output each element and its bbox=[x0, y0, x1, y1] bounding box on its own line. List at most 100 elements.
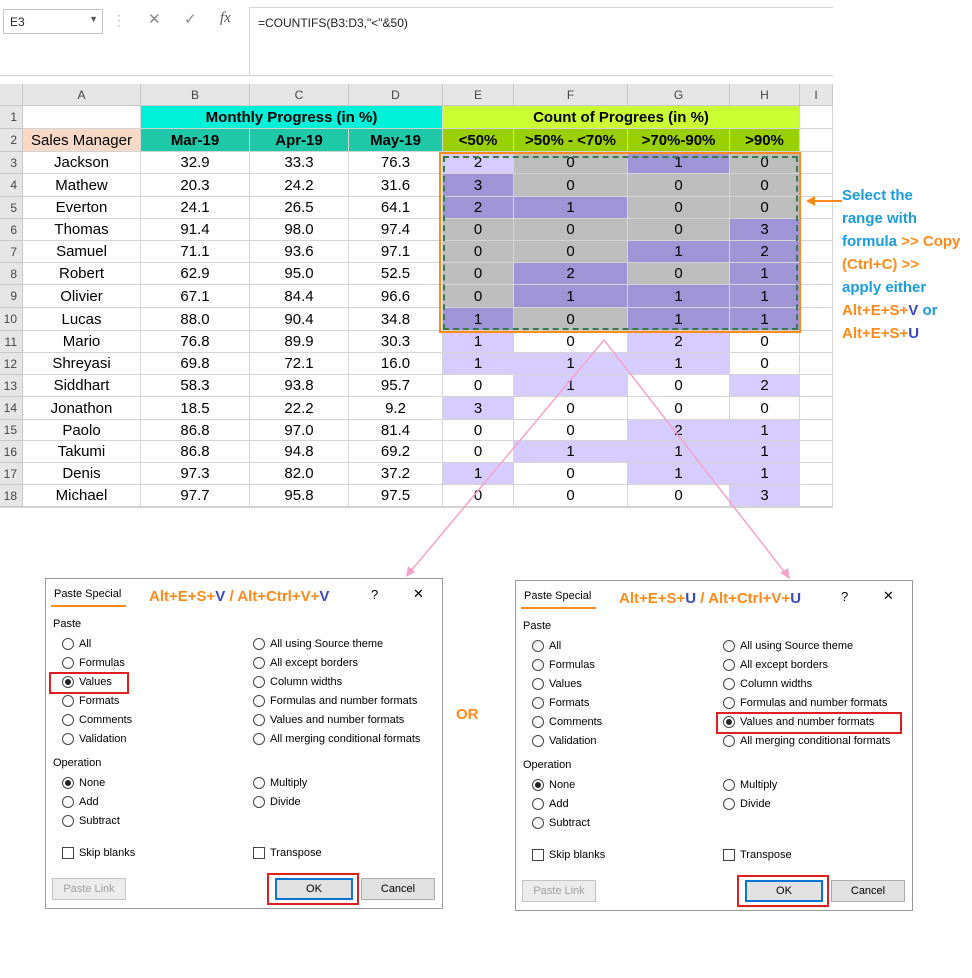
cancel-button[interactable]: Cancel bbox=[831, 880, 905, 902]
note-line: U bbox=[908, 325, 920, 342]
cancel-button[interactable]: Cancel bbox=[361, 878, 435, 900]
paste-option[interactable]: Validation bbox=[62, 733, 127, 745]
paste-option[interactable]: Values and number formats bbox=[253, 714, 404, 726]
skip-blanks-checkbox[interactable]: Skip blanks bbox=[532, 849, 605, 861]
paste-link-button[interactable]: Paste Link bbox=[52, 878, 126, 900]
hint-part: U bbox=[790, 590, 802, 607]
operation-option[interactable]: None bbox=[532, 779, 575, 791]
option-label: Subtract bbox=[79, 815, 120, 827]
radio-icon bbox=[532, 697, 544, 709]
help-icon[interactable]: ? bbox=[371, 587, 378, 602]
option-label: Skip blanks bbox=[79, 847, 136, 859]
radio-icon bbox=[532, 817, 544, 829]
hint-part: / Alt+Ctrl+V+ bbox=[696, 590, 791, 607]
paste-option[interactable]: Column widths bbox=[723, 678, 812, 690]
radio-icon bbox=[253, 733, 265, 745]
close-icon[interactable]: ✕ bbox=[413, 586, 424, 602]
transpose-checkbox[interactable]: Transpose bbox=[253, 847, 322, 859]
radio-icon bbox=[723, 659, 735, 671]
operation-option[interactable]: Divide bbox=[723, 798, 771, 810]
paste-option[interactable]: Validation bbox=[532, 735, 597, 747]
operation-option[interactable]: None bbox=[62, 777, 105, 789]
operation-option[interactable]: Add bbox=[532, 798, 569, 810]
radio-icon bbox=[723, 779, 735, 791]
highlight-ok-box bbox=[267, 873, 359, 905]
checkbox-icon bbox=[723, 849, 735, 861]
paste-option[interactable]: All using Source theme bbox=[723, 640, 853, 652]
option-label: Add bbox=[79, 796, 99, 808]
operation-option[interactable]: Add bbox=[62, 796, 99, 808]
radio-icon bbox=[723, 640, 735, 652]
paste-special-dialog-values: Paste Special Alt+E+S+V / Alt+Ctrl+V+V? ✕ P… bbox=[45, 578, 443, 909]
option-label: Divide bbox=[740, 798, 771, 810]
option-label: Column widths bbox=[270, 676, 343, 688]
paste-option[interactable]: Values bbox=[532, 678, 582, 690]
paste-special-dialog-values-number-formats: Paste Special Alt+E+S+U / Alt+Ctrl+V+U? ✕ P… bbox=[515, 580, 913, 911]
radio-icon bbox=[62, 733, 74, 745]
instruction-note: Select the range with formula >> Copy (C… bbox=[842, 184, 972, 345]
paste-option[interactable]: Formulas bbox=[532, 659, 595, 671]
paste-option[interactable]: All merging conditional formats bbox=[723, 735, 890, 747]
operation-option[interactable]: Multiply bbox=[723, 779, 777, 791]
paste-option[interactable]: All merging conditional formats bbox=[253, 733, 420, 745]
hint-part: U bbox=[685, 590, 697, 607]
or-label: OR bbox=[456, 706, 479, 723]
option-label: Formulas bbox=[79, 657, 125, 669]
close-icon[interactable]: ✕ bbox=[883, 588, 894, 604]
radio-icon bbox=[532, 716, 544, 728]
radio-icon bbox=[253, 695, 265, 707]
radio-icon bbox=[253, 777, 265, 789]
option-label: All except borders bbox=[740, 659, 829, 671]
note-line: or bbox=[918, 302, 938, 319]
option-label: Validation bbox=[79, 733, 127, 745]
option-label: Transpose bbox=[740, 849, 792, 861]
title-underline bbox=[521, 607, 596, 609]
note-line: range with bbox=[842, 210, 918, 227]
operation-option[interactable]: Multiply bbox=[253, 777, 307, 789]
paste-option[interactable]: Column widths bbox=[253, 676, 342, 688]
paste-option[interactable]: All except borders bbox=[253, 657, 358, 669]
checkbox-icon bbox=[532, 849, 544, 861]
shortcut-hint: Alt+E+S+V / Alt+Ctrl+V+V bbox=[149, 588, 329, 605]
paste-option[interactable]: All bbox=[532, 640, 561, 652]
radio-icon bbox=[532, 640, 544, 652]
paste-option[interactable]: Formulas and number formats bbox=[723, 697, 887, 709]
help-icon[interactable]: ? bbox=[841, 589, 848, 604]
paste-option[interactable]: All using Source theme bbox=[253, 638, 383, 650]
paste-option[interactable]: All bbox=[62, 638, 91, 650]
paste-option[interactable]: Formats bbox=[532, 697, 589, 709]
paste-option[interactable]: All except borders bbox=[723, 659, 828, 671]
radio-icon bbox=[62, 638, 74, 650]
operation-section-label: Operation bbox=[523, 759, 572, 771]
paste-option[interactable]: Comments bbox=[62, 714, 132, 726]
operation-option[interactable]: Subtract bbox=[532, 817, 590, 829]
paste-option[interactable]: Formulas bbox=[62, 657, 125, 669]
radio-icon bbox=[532, 735, 544, 747]
skip-blanks-checkbox[interactable]: Skip blanks bbox=[62, 847, 135, 859]
option-label: All except borders bbox=[270, 657, 359, 669]
hint-part: / Alt+Ctrl+V+ bbox=[225, 588, 320, 605]
paste-section-label: Paste bbox=[53, 618, 82, 630]
radio-icon bbox=[723, 678, 735, 690]
paste-link-button[interactable]: Paste Link bbox=[522, 880, 596, 902]
option-label: Formats bbox=[549, 697, 590, 709]
radio-icon bbox=[532, 678, 544, 690]
option-label: None bbox=[79, 777, 106, 789]
paste-option[interactable]: Formulas and number formats bbox=[253, 695, 417, 707]
note-line: Alt+E+S+ bbox=[842, 325, 909, 342]
option-label: Transpose bbox=[270, 847, 322, 859]
transpose-checkbox[interactable]: Transpose bbox=[723, 849, 792, 861]
option-label: Skip blanks bbox=[549, 849, 606, 861]
paste-option[interactable]: Comments bbox=[532, 716, 602, 728]
pink-arrow-right-head bbox=[780, 568, 790, 579]
hint-part: V bbox=[319, 588, 330, 605]
pink-arrow-left bbox=[409, 339, 605, 573]
note-line: >> Copy bbox=[901, 233, 961, 250]
paste-option[interactable]: Formats bbox=[62, 695, 119, 707]
title-underline bbox=[51, 605, 126, 607]
operation-option[interactable]: Subtract bbox=[62, 815, 120, 827]
operation-option[interactable]: Divide bbox=[253, 796, 301, 808]
radio-icon bbox=[532, 659, 544, 671]
note-line: Alt+E+S+ bbox=[842, 302, 909, 319]
radio-icon bbox=[62, 777, 74, 789]
